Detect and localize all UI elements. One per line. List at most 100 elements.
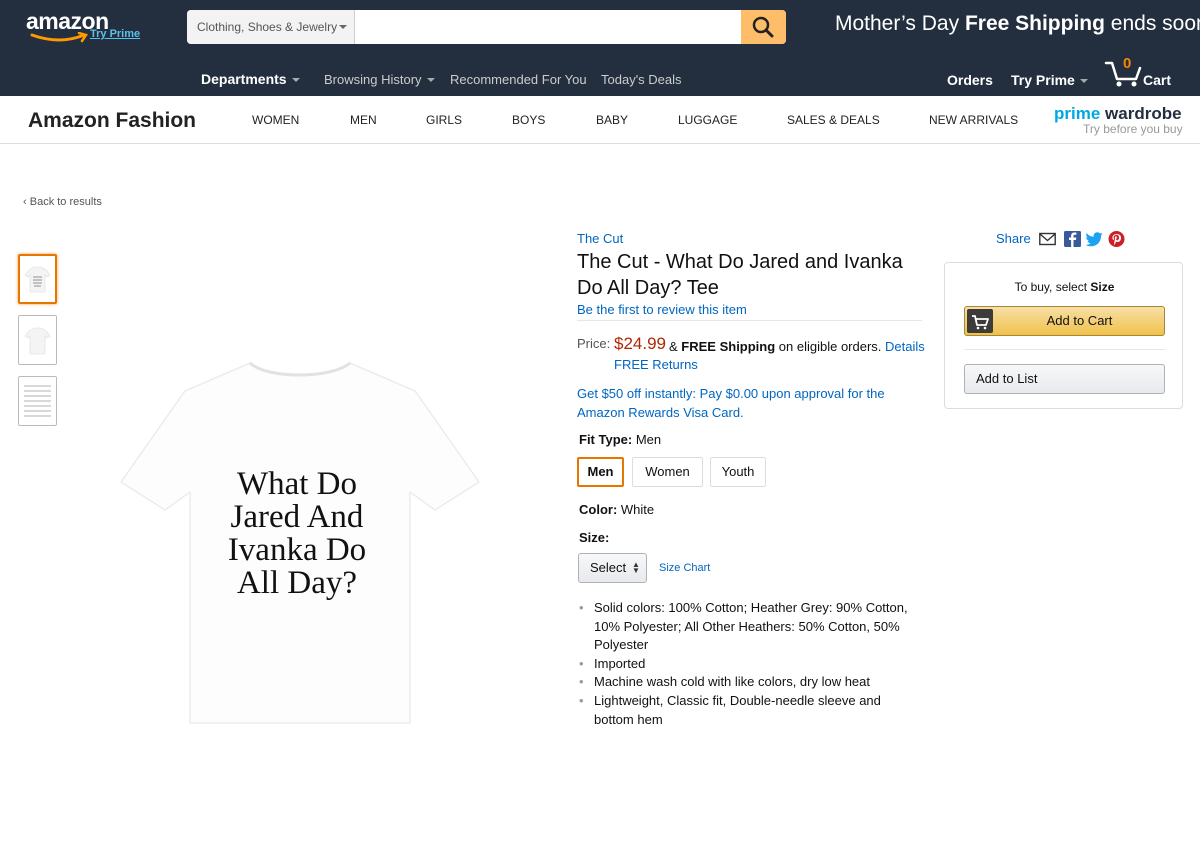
color-row: Color: White (579, 502, 654, 517)
fit-type-label: Fit Type: (579, 432, 633, 447)
departments-label: Departments (201, 71, 287, 87)
back-to-results-link[interactable]: ‹ Back to results (23, 196, 102, 208)
try-prime-label: Try Prime (1011, 72, 1075, 88)
color-value: White (617, 502, 655, 517)
category-boys[interactable]: BOYS (512, 113, 545, 127)
search-input[interactable] (355, 10, 741, 44)
updown-arrows-icon: ▲ ▼ (632, 560, 640, 575)
divider (964, 349, 1165, 350)
thumbnail-back[interactable] (18, 315, 57, 365)
category-sales-deals[interactable]: SALES & DEALS (787, 113, 880, 127)
category-women[interactable]: WOMEN (252, 113, 299, 127)
browsing-history-label: Browsing History (324, 72, 422, 87)
try-prime-menu[interactable]: Try Prime (1011, 72, 1088, 88)
shirt-text-line-4: All Day? (237, 565, 357, 601)
chevron-down-icon (291, 78, 300, 82)
shipping-prefix: & (669, 339, 682, 354)
share-label[interactable]: Share (996, 231, 1031, 246)
list-item: Machine wash cold with like colors, dry … (579, 673, 919, 692)
free-shipping-label: FREE Shipping (681, 339, 776, 354)
tshirt-image: What Do Jared And Ivanka Do All Day? (119, 361, 481, 724)
buy-box-instruction: To buy, select Size (945, 280, 1184, 294)
list-item: Imported (579, 655, 919, 674)
fit-type-row: Fit Type: Men (579, 432, 661, 447)
amazon-fashion-title[interactable]: Amazon Fashion (28, 109, 196, 133)
chevron-left-icon: ‹ (23, 196, 30, 208)
pinterest-icon[interactable] (1108, 231, 1125, 247)
buy-box-prefix: To buy, select (1014, 280, 1091, 294)
search-button[interactable] (741, 10, 786, 44)
orders-link[interactable]: Orders (947, 72, 993, 88)
size-chart-link[interactable]: Size Chart (659, 562, 710, 574)
facebook-icon[interactable] (1064, 231, 1081, 247)
search-bar: Clothing, Shoes & Jewelry (187, 10, 786, 44)
size-label: Size: (579, 530, 610, 545)
todays-deals-link[interactable]: Today's Deals (601, 72, 682, 87)
email-icon[interactable] (1039, 231, 1056, 247)
price-value: $24.99 (614, 334, 666, 353)
add-to-cart-button[interactable]: Add to Cart (964, 306, 1165, 336)
prime-wardrobe-logo[interactable]: prime wardrobe (1054, 104, 1182, 124)
cart-link[interactable]: Cart (1143, 72, 1171, 88)
divider (577, 320, 922, 321)
chevron-down-icon (1079, 79, 1088, 83)
amazon-logo[interactable]: amazon Try Prime (26, 8, 156, 48)
shipping-info: & FREE Shipping on eligible orders. Deta… (669, 339, 925, 354)
departments-menu[interactable]: Departments (201, 71, 300, 87)
free-returns-link[interactable]: FREE Returns (614, 357, 698, 372)
prime-wardrobe-prime: prime (1054, 104, 1101, 123)
details-link[interactable]: Details (885, 339, 925, 354)
fit-type-value: Men (632, 432, 662, 447)
chevron-down-icon (426, 78, 435, 82)
promo-prefix: Mother’s Day (835, 12, 965, 35)
size-dropdown[interactable]: Select ▲ ▼ (578, 553, 647, 583)
chevron-down-icon (339, 25, 347, 29)
category-girls[interactable]: GIRLS (426, 113, 462, 127)
category-baby[interactable]: BABY (596, 113, 628, 127)
shirt-text-line-1: What Do (237, 466, 357, 502)
twitter-icon[interactable] (1086, 231, 1103, 247)
add-to-list-button[interactable]: Add to List (964, 364, 1165, 394)
promo-banner[interactable]: Mother’s Day Free Shipping ends soon (835, 12, 1200, 36)
shirt-text-line-2: Jared And (231, 499, 364, 535)
category-luggage[interactable]: LUGGAGE (678, 113, 737, 127)
category-men[interactable]: MEN (350, 113, 377, 127)
price-label: Price: (577, 336, 611, 351)
search-department-label: Clothing, Shoes & Jewelry (197, 20, 338, 34)
size-dropdown-value: Select (590, 560, 627, 575)
fit-option-women[interactable]: Women (632, 457, 703, 487)
browsing-history-menu[interactable]: Browsing History (324, 72, 435, 87)
smile-arrow-icon (30, 32, 88, 43)
buy-box-size: Size (1090, 280, 1115, 294)
add-to-cart-label: Add to Cart (1046, 313, 1113, 328)
feature-bullets: Solid colors: 100% Cotton; Heather Grey:… (579, 599, 919, 729)
visa-offer-link[interactable]: Get $50 off instantly: Pay $0.00 upon ap… (577, 385, 907, 422)
thumbnail-size-chart[interactable] (18, 376, 57, 426)
product-title: The Cut - What Do Jared and Ivanka Do Al… (577, 251, 903, 299)
review-link[interactable]: Be the first to review this item (577, 302, 747, 317)
cart-count: 0 (1123, 55, 1132, 72)
cart-icon (967, 309, 993, 333)
shirt-thumbnail-icon (24, 327, 51, 355)
shirt-text-line-3: Ivanka Do (228, 532, 366, 568)
shirt-thumbnail-icon (24, 266, 51, 293)
list-item: Solid colors: 100% Cotton; Heather Grey:… (579, 599, 919, 655)
try-prime-link[interactable]: Try Prime (90, 28, 140, 40)
fit-option-men[interactable]: Men (577, 457, 624, 487)
promo-suffix: ends soon (1104, 12, 1200, 35)
thumbnail-front[interactable] (18, 254, 57, 304)
color-label: Color: (579, 502, 618, 517)
product-image[interactable]: What Do Jared And Ivanka Do All Day? (117, 357, 483, 727)
search-icon (752, 16, 774, 38)
fashion-nav: Amazon Fashion WOMEN MEN GIRLS BOYS BABY… (0, 96, 1200, 144)
prime-wardrobe-wardrobe: wardrobe (1100, 104, 1182, 123)
size-chart-thumbnail-icon (24, 385, 51, 417)
category-new-arrivals[interactable]: NEW ARRIVALS (929, 113, 1018, 127)
brand-link[interactable]: The Cut (577, 231, 623, 246)
search-department-select[interactable]: Clothing, Shoes & Jewelry (187, 10, 355, 44)
recommended-link[interactable]: Recommended For You (450, 72, 587, 87)
fit-option-youth[interactable]: Youth (710, 457, 766, 487)
promo-bold: Free Shipping (964, 12, 1105, 35)
back-label: Back to results (29, 196, 102, 208)
size-row: Size: (579, 530, 609, 545)
